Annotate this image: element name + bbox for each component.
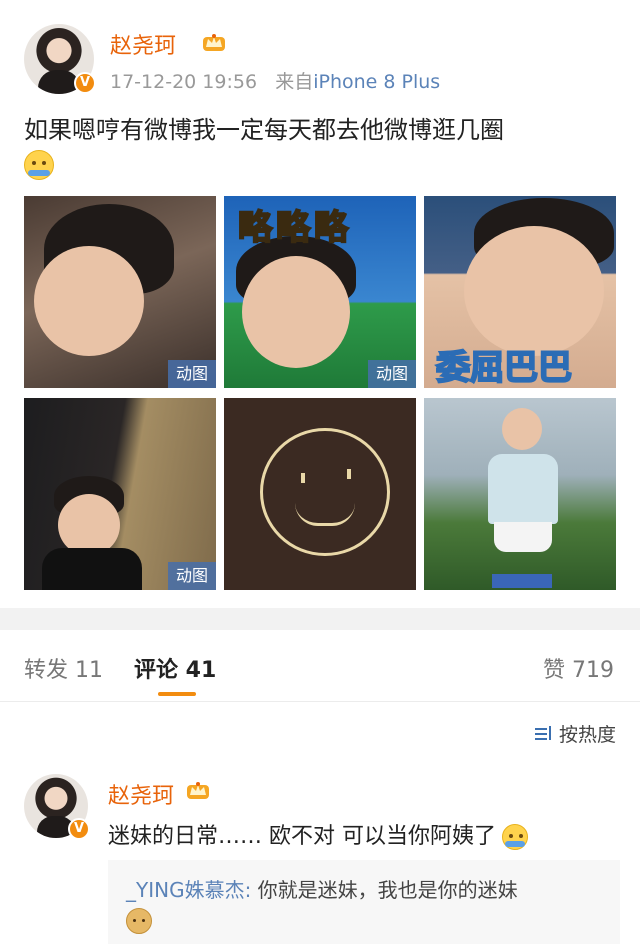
gif-tag: 动图 [368,360,416,388]
comment-item: V 赵尧珂 迷妹的日常…… 欧不对 可以当你阿姨了 _YING姝慕杰: 你就是迷… [0,760,640,944]
tab-repost[interactable]: 转发 11 [24,652,103,684]
post-image-3[interactable]: 委屈巴巴 [424,196,616,388]
sort-by-hot-button[interactable]: 按热度 [534,720,616,747]
gif-tag: 动图 [168,562,216,590]
image-face [58,494,120,556]
doge-emoji-icon [126,908,152,934]
tab-comment[interactable]: 评论 41 [134,652,216,684]
interaction-tabs: 转发 11 评论 41 赞 719 [0,630,640,702]
crown-vip-icon[interactable] [201,31,227,53]
gif-tag: 动图 [168,360,216,388]
image-grid: 动图 略略略 动图 委屈巴巴 动图 [24,196,616,590]
sort-label: 按热度 [558,724,616,746]
comment-body: 迷妹的日常…… 欧不对 可以当你阿姨了 [108,824,496,849]
tab-like[interactable]: 赞 719 [543,652,614,684]
comment-text: 迷妹的日常…… 欧不对 可以当你阿姨了 [108,818,528,850]
image-face [34,246,144,356]
image-face [502,408,542,450]
active-tab-indicator [158,692,196,696]
sticker-text: 委屈巴巴 [435,347,573,388]
post-image-1[interactable]: 动图 [24,196,216,388]
hug-emoji-icon [502,824,528,850]
image-face [242,256,350,368]
image-face [464,226,604,356]
reply-box[interactable]: _YING姝慕杰: 你就是迷妹，我也是你的迷妹 [108,860,620,944]
verified-badge-icon: V [68,818,90,840]
post-meta: 17-12-20 19:56 来自iPhone 8 Plus [110,67,440,94]
reply-body: 你就是迷妹，我也是你的迷妹 [251,878,518,902]
post-source-link[interactable]: iPhone 8 Plus [313,71,440,93]
sticker-text: 略略略 [237,207,352,249]
post-image-4[interactable]: 动图 [24,398,216,590]
sort-icon [534,726,553,742]
post-image-2[interactable]: 略略略 动图 [224,196,416,388]
post-body-text: 如果嗯哼有微博我一定每天都去他微博逛几圈 [24,116,504,144]
post-timestamp: 17-12-20 19:56 [110,71,258,93]
image-diaper [494,522,552,552]
post-author-name[interactable]: 赵尧珂 [110,28,176,60]
commenter-name[interactable]: 赵尧珂 [108,778,174,810]
image-pants [492,574,552,588]
post-image-6[interactable] [424,398,616,590]
source-prefix: 来自 [275,71,314,93]
verified-badge-icon: V [74,72,96,94]
post-image-5[interactable] [224,398,416,590]
crown-vip-icon[interactable] [185,779,211,801]
smiley-drawing [260,428,390,556]
reply-username[interactable]: _YING姝慕杰: [126,878,251,902]
reply-text: _YING姝慕杰: 你就是迷妹，我也是你的迷妹 [126,874,518,903]
image-shirt [488,454,558,524]
hug-emoji-icon [24,150,54,180]
section-divider [0,608,640,630]
image-suit [42,548,142,590]
weibo-post: V 赵尧珂 17-12-20 19:56 来自iPhone 8 Plus 如果嗯… [0,0,640,608]
